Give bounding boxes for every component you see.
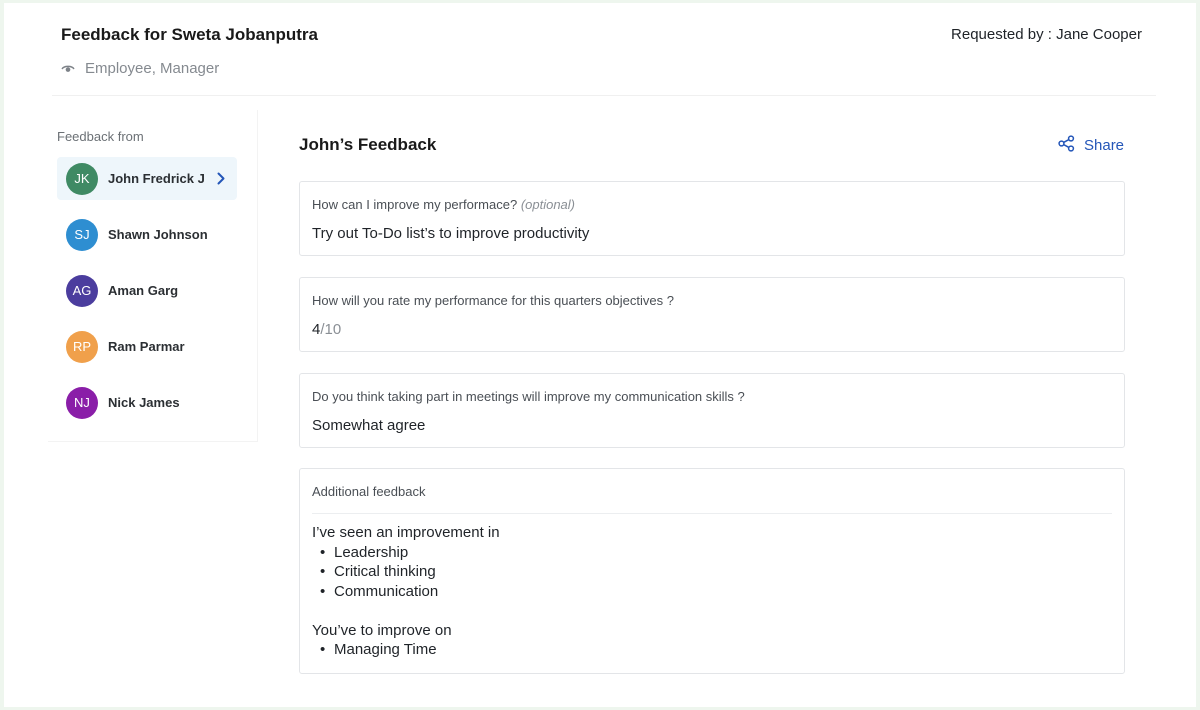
person-name: Ram Parmar [108, 339, 185, 354]
to-improve-intro: You’ve to improve on [312, 621, 452, 639]
question-label: How will you rate my performance for thi… [312, 293, 674, 308]
list-item: Communication [312, 582, 500, 602]
avatar: JK [66, 162, 98, 195]
answer-text: Try out To-Do list’s to improve producti… [312, 225, 590, 242]
avatar: AG [66, 274, 98, 307]
eye-icon [61, 64, 75, 74]
list-item: Critical thinking [312, 562, 500, 582]
sidebar-item-nick-james[interactable]: NJ Nick James [57, 381, 237, 424]
feedback-from-sidebar: Feedback from JK John Fredrick J SJ Shaw… [48, 110, 258, 442]
optional-tag: (optional) [520, 197, 576, 212]
question-card: How will you rate my performance for thi… [299, 277, 1125, 352]
requested-by: Requested by : Jane Cooper [951, 26, 1142, 43]
question-label: Do you think taking part in meetings wil… [312, 389, 745, 404]
share-button[interactable]: Share [1058, 135, 1124, 156]
sidebar-item-ram-parmar[interactable]: RP Ram Parmar [57, 325, 237, 368]
question-text: How can I improve my performace? [312, 197, 518, 212]
question-card: Do you think taking part in meetings wil… [299, 373, 1125, 448]
sidebar-item-john-fredrick-j[interactable]: JK John Fredrick J [57, 157, 237, 200]
person-name: Aman Garg [108, 283, 179, 298]
question-label: How can I improve my performace? (option… [312, 197, 575, 212]
sidebar-item-aman-garg[interactable]: AG Aman Garg [57, 269, 237, 312]
question-card: How can I improve my performace? (option… [299, 181, 1125, 256]
divider [312, 513, 1112, 514]
improvement-intro: I’ve seen an improvement in [312, 524, 500, 541]
answer-text: Somewhat agree [312, 417, 426, 434]
feedback-title: John’s Feedback [299, 135, 437, 154]
chevron-right-icon [217, 172, 225, 185]
to-improve-list: Managing Time [312, 640, 500, 660]
list-item: Managing Time [312, 640, 500, 660]
share-icon [1058, 135, 1075, 156]
additional-feedback-card: Additional feedback I’ve seen an improve… [299, 468, 1125, 674]
additional-feedback-label: Additional feedback [312, 484, 426, 499]
person-name: Shawn Johnson [108, 227, 208, 242]
avatar: SJ [66, 218, 98, 251]
additional-feedback-body: I’ve seen an improvement in Leadership C… [312, 523, 500, 660]
list-item: Leadership [312, 543, 500, 563]
page-title: Feedback for Sweta Jobanputra [61, 25, 318, 44]
sidebar-heading: Feedback from [57, 129, 144, 144]
rating-total: /10 [320, 321, 342, 338]
person-name: Nick James [108, 395, 180, 410]
visibility-text: Employee, Manager [85, 60, 220, 77]
sidebar-item-shawn-johnson[interactable]: SJ Shawn Johnson [57, 213, 237, 256]
person-name: John Fredrick J [108, 171, 205, 186]
improvement-list: Leadership Critical thinking Communicati… [312, 543, 500, 602]
visibility-info: Employee, Manager [61, 60, 219, 77]
rating-answer: 4/10 [312, 321, 341, 338]
avatar: NJ [66, 386, 98, 419]
page-header: Feedback for Sweta Jobanputra Employee, … [52, 3, 1156, 96]
avatar: RP [66, 330, 98, 363]
share-label: Share [1084, 137, 1125, 154]
